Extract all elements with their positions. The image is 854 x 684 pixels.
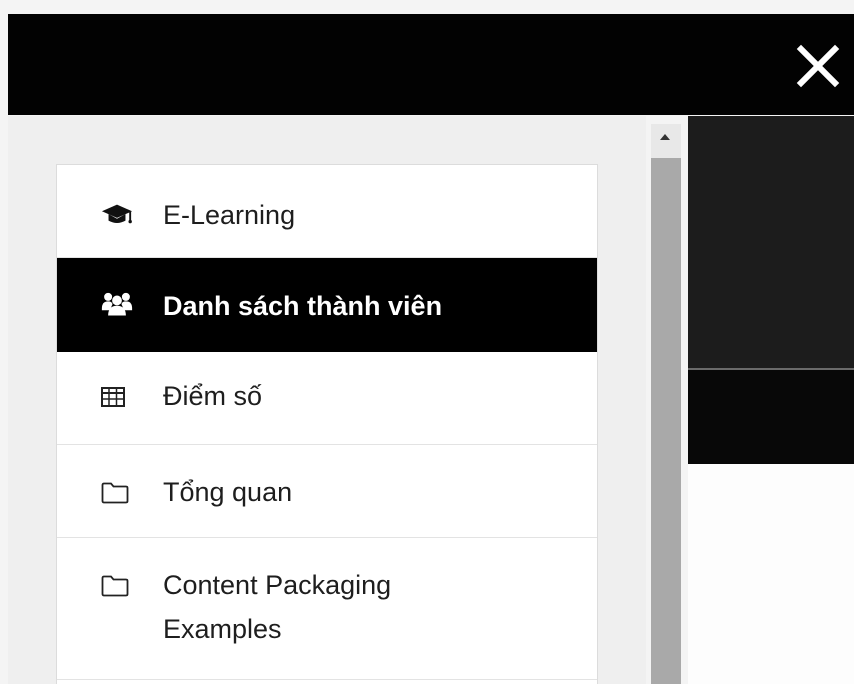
scroll-up-arrow-icon[interactable] [660,134,670,140]
nav-item-label: Danh sách thành viên [163,291,443,321]
table-icon [101,384,133,410]
scrollbar[interactable] [651,124,681,684]
background-content-area [688,464,854,684]
nav-item-label: Tổng quan [163,477,293,507]
nav-item-overview[interactable]: Tổng quan [57,445,597,538]
background-content-image [688,116,854,464]
folder-icon [101,573,133,599]
users-icon [101,291,133,317]
background-lower-band [688,370,854,464]
scrollbar-thumb[interactable] [651,158,681,684]
nav-item-label: Điểm số [163,381,263,411]
close-button[interactable] [796,44,840,88]
folder-icon [101,480,133,506]
nav-item-scores[interactable]: Điểm số [57,352,597,445]
nav-item-member-list[interactable]: Danh sách thành viên [57,258,597,352]
nav-item-label: Content Packaging Examples [163,563,391,651]
nav-item-label-line1: Content Packaging [163,570,392,600]
nav-item-content-packaging[interactable]: Content Packaging Examples [57,538,597,680]
close-icon [796,44,840,88]
drawer-header [8,14,854,115]
nav-item-label: E-Learning [163,200,296,230]
nav-item-elearning[interactable]: E-Learning [57,165,597,258]
nav-item-label-line2: Examples [163,614,282,644]
nav-menu: E-Learning Danh sách thành viên Điểm số … [56,164,598,684]
graduation-cap-icon [101,202,133,228]
